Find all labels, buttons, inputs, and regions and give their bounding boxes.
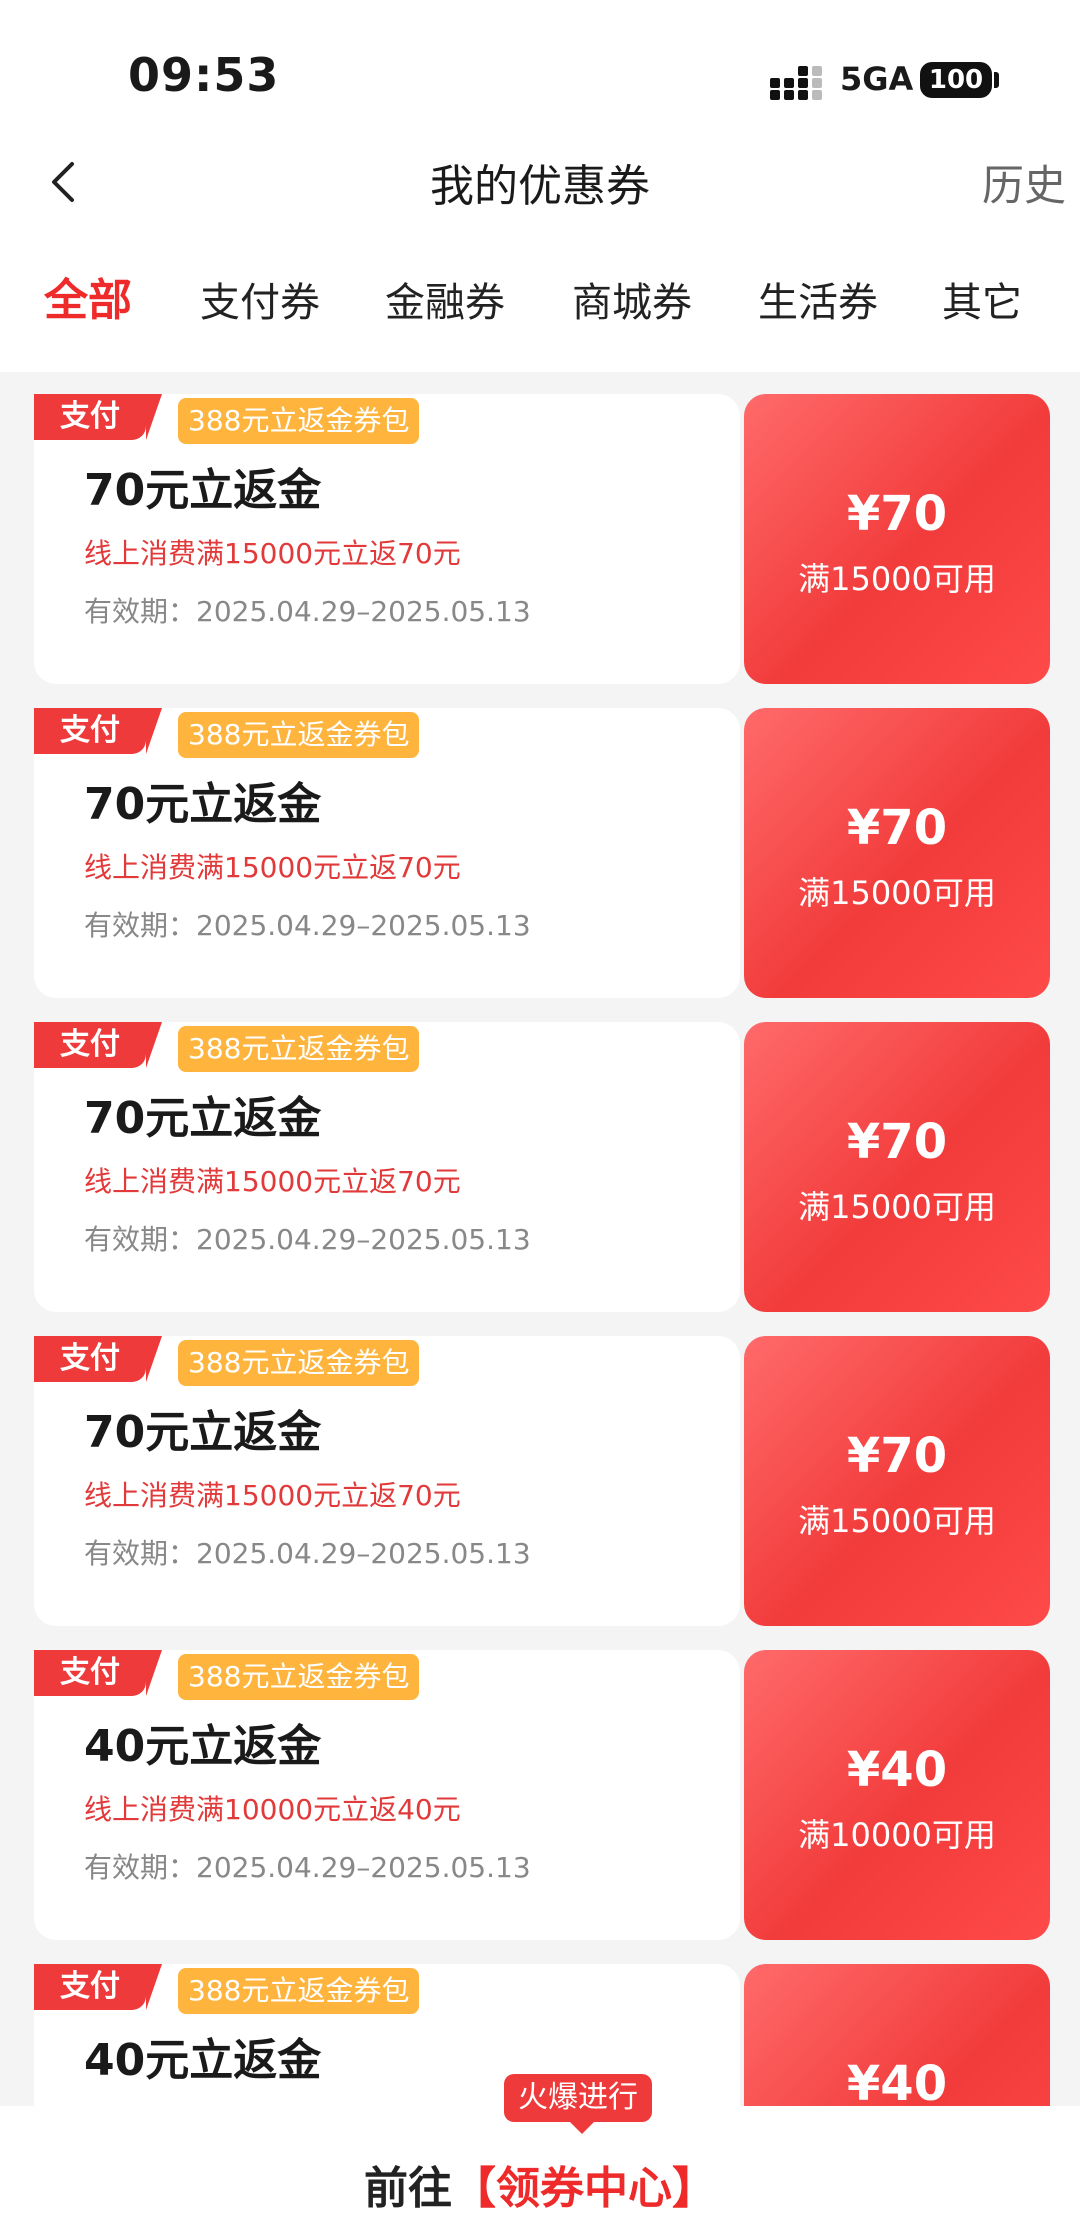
coupon-validity: 有效期：2025.04.29–2025.05.13	[84, 909, 531, 942]
status-time: 09:53	[128, 48, 280, 102]
payment-tag: 支付	[34, 708, 162, 754]
coupon-validity: 有效期：2025.04.29–2025.05.13	[84, 1537, 531, 1570]
history-button[interactable]: 历史	[982, 152, 1066, 213]
coupon-description: 线上消费满15000元立返70元	[84, 851, 461, 884]
coupon-title: 70元立返金	[84, 1407, 322, 1458]
pack-badge: 388元立返金券包	[178, 1340, 420, 1386]
coupon-validity: 有效期：2025.04.29–2025.05.13	[84, 1223, 531, 1256]
coupon-amount: ¥70	[846, 800, 948, 856]
tab-payment[interactable]: 支付券	[190, 270, 330, 328]
pack-badge: 388元立返金券包	[178, 1026, 420, 1072]
network-type: 5GA	[840, 60, 914, 98]
coupon-description: 线上消费满10000元立返40元	[84, 1793, 461, 1826]
coupon-condition: 满15000可用	[798, 874, 996, 912]
coupon-title: 70元立返金	[84, 465, 322, 516]
battery-icon: 100	[920, 62, 992, 98]
tab-finance[interactable]: 金融券	[375, 270, 515, 328]
coupon-condition: 满15000可用	[798, 1188, 996, 1226]
pack-badge: 388元立返金券包	[178, 1654, 420, 1700]
coupon-card[interactable]: ¥70 满15000可用 支付 388元立返金券包 70元立返金 线上消费满15…	[34, 394, 1050, 684]
coupon-value-panel[interactable]: ¥70 满15000可用	[744, 394, 1050, 684]
coupon-amount: ¥70	[846, 1114, 948, 1170]
pack-badge: 388元立返金券包	[178, 712, 420, 758]
coupon-title: 70元立返金	[84, 779, 322, 830]
tab-all[interactable]: 全部	[18, 264, 158, 328]
payment-tag: 支付	[34, 1964, 162, 2010]
coupon-description: 线上消费满15000元立返70元	[84, 537, 461, 570]
pack-badge: 388元立返金券包	[178, 1968, 420, 2014]
coupon-value-panel[interactable]: ¥70 满15000可用	[744, 1022, 1050, 1312]
payment-tag: 支付	[34, 1336, 162, 1382]
coupon-amount: ¥40	[846, 2056, 948, 2112]
coupon-title: 70元立返金	[84, 1093, 322, 1144]
coupon-value-panel[interactable]: ¥40 满10000可用	[744, 1650, 1050, 1940]
coupon-description: 线上消费满15000元立返70元	[84, 1479, 461, 1512]
coupon-center-link[interactable]: 【领券中心】	[452, 2163, 716, 2214]
coupon-value-panel[interactable]: ¥70 满15000可用	[744, 708, 1050, 998]
coupon-validity: 有效期：2025.04.29–2025.05.13	[84, 1851, 531, 1884]
goto-coupon-center-button[interactable]: 前往【领券中心】	[0, 2152, 1080, 2216]
battery-tip	[994, 72, 999, 88]
pack-badge: 388元立返金券包	[178, 398, 420, 444]
tab-mall[interactable]: 商城券	[562, 270, 702, 328]
payment-tag: 支付	[34, 394, 162, 440]
goto-prefix: 前往	[364, 2163, 452, 2214]
coupon-title: 40元立返金	[84, 1721, 322, 1772]
coupon-card[interactable]: ¥70 满15000可用 支付 388元立返金券包 70元立返金 线上消费满15…	[34, 1022, 1050, 1312]
coupon-amount: ¥70	[846, 486, 948, 542]
coupon-tabs: 全部 支付券 金融券 商城券 生活券 其它	[0, 270, 1080, 350]
coupon-validity: 有效期：2025.04.29–2025.05.13	[84, 595, 531, 628]
coupon-condition: 满15000可用	[798, 560, 996, 598]
payment-tag: 支付	[34, 1022, 162, 1068]
coupon-amount: ¥40	[846, 1742, 948, 1798]
coupon-card[interactable]: ¥70 满15000可用 支付 388元立返金券包 70元立返金 线上消费满15…	[34, 708, 1050, 998]
coupon-condition: 满10000可用	[798, 1816, 996, 1854]
coupon-title: 40元立返金	[84, 2035, 322, 2086]
coupon-condition: 满15000可用	[798, 1502, 996, 1540]
payment-tag: 支付	[34, 1650, 162, 1696]
signal-icon	[770, 66, 824, 100]
coupon-card[interactable]: ¥40 满10000可用 支付 388元立返金券包 40元立返金 线上消费满10…	[34, 1650, 1050, 1940]
coupon-card[interactable]: ¥70 满15000可用 支付 388元立返金券包 70元立返金 线上消费满15…	[34, 1336, 1050, 1626]
coupon-description: 线上消费满15000元立返70元	[84, 1165, 461, 1198]
tab-life[interactable]: 生活券	[748, 270, 888, 328]
hot-badge: 火爆进行	[504, 2074, 652, 2134]
tab-other[interactable]: 其它	[912, 270, 1052, 328]
coupon-value-panel[interactable]: ¥70 满15000可用	[744, 1336, 1050, 1626]
coupon-amount: ¥70	[846, 1428, 948, 1484]
page-title: 我的优惠券	[430, 161, 650, 212]
